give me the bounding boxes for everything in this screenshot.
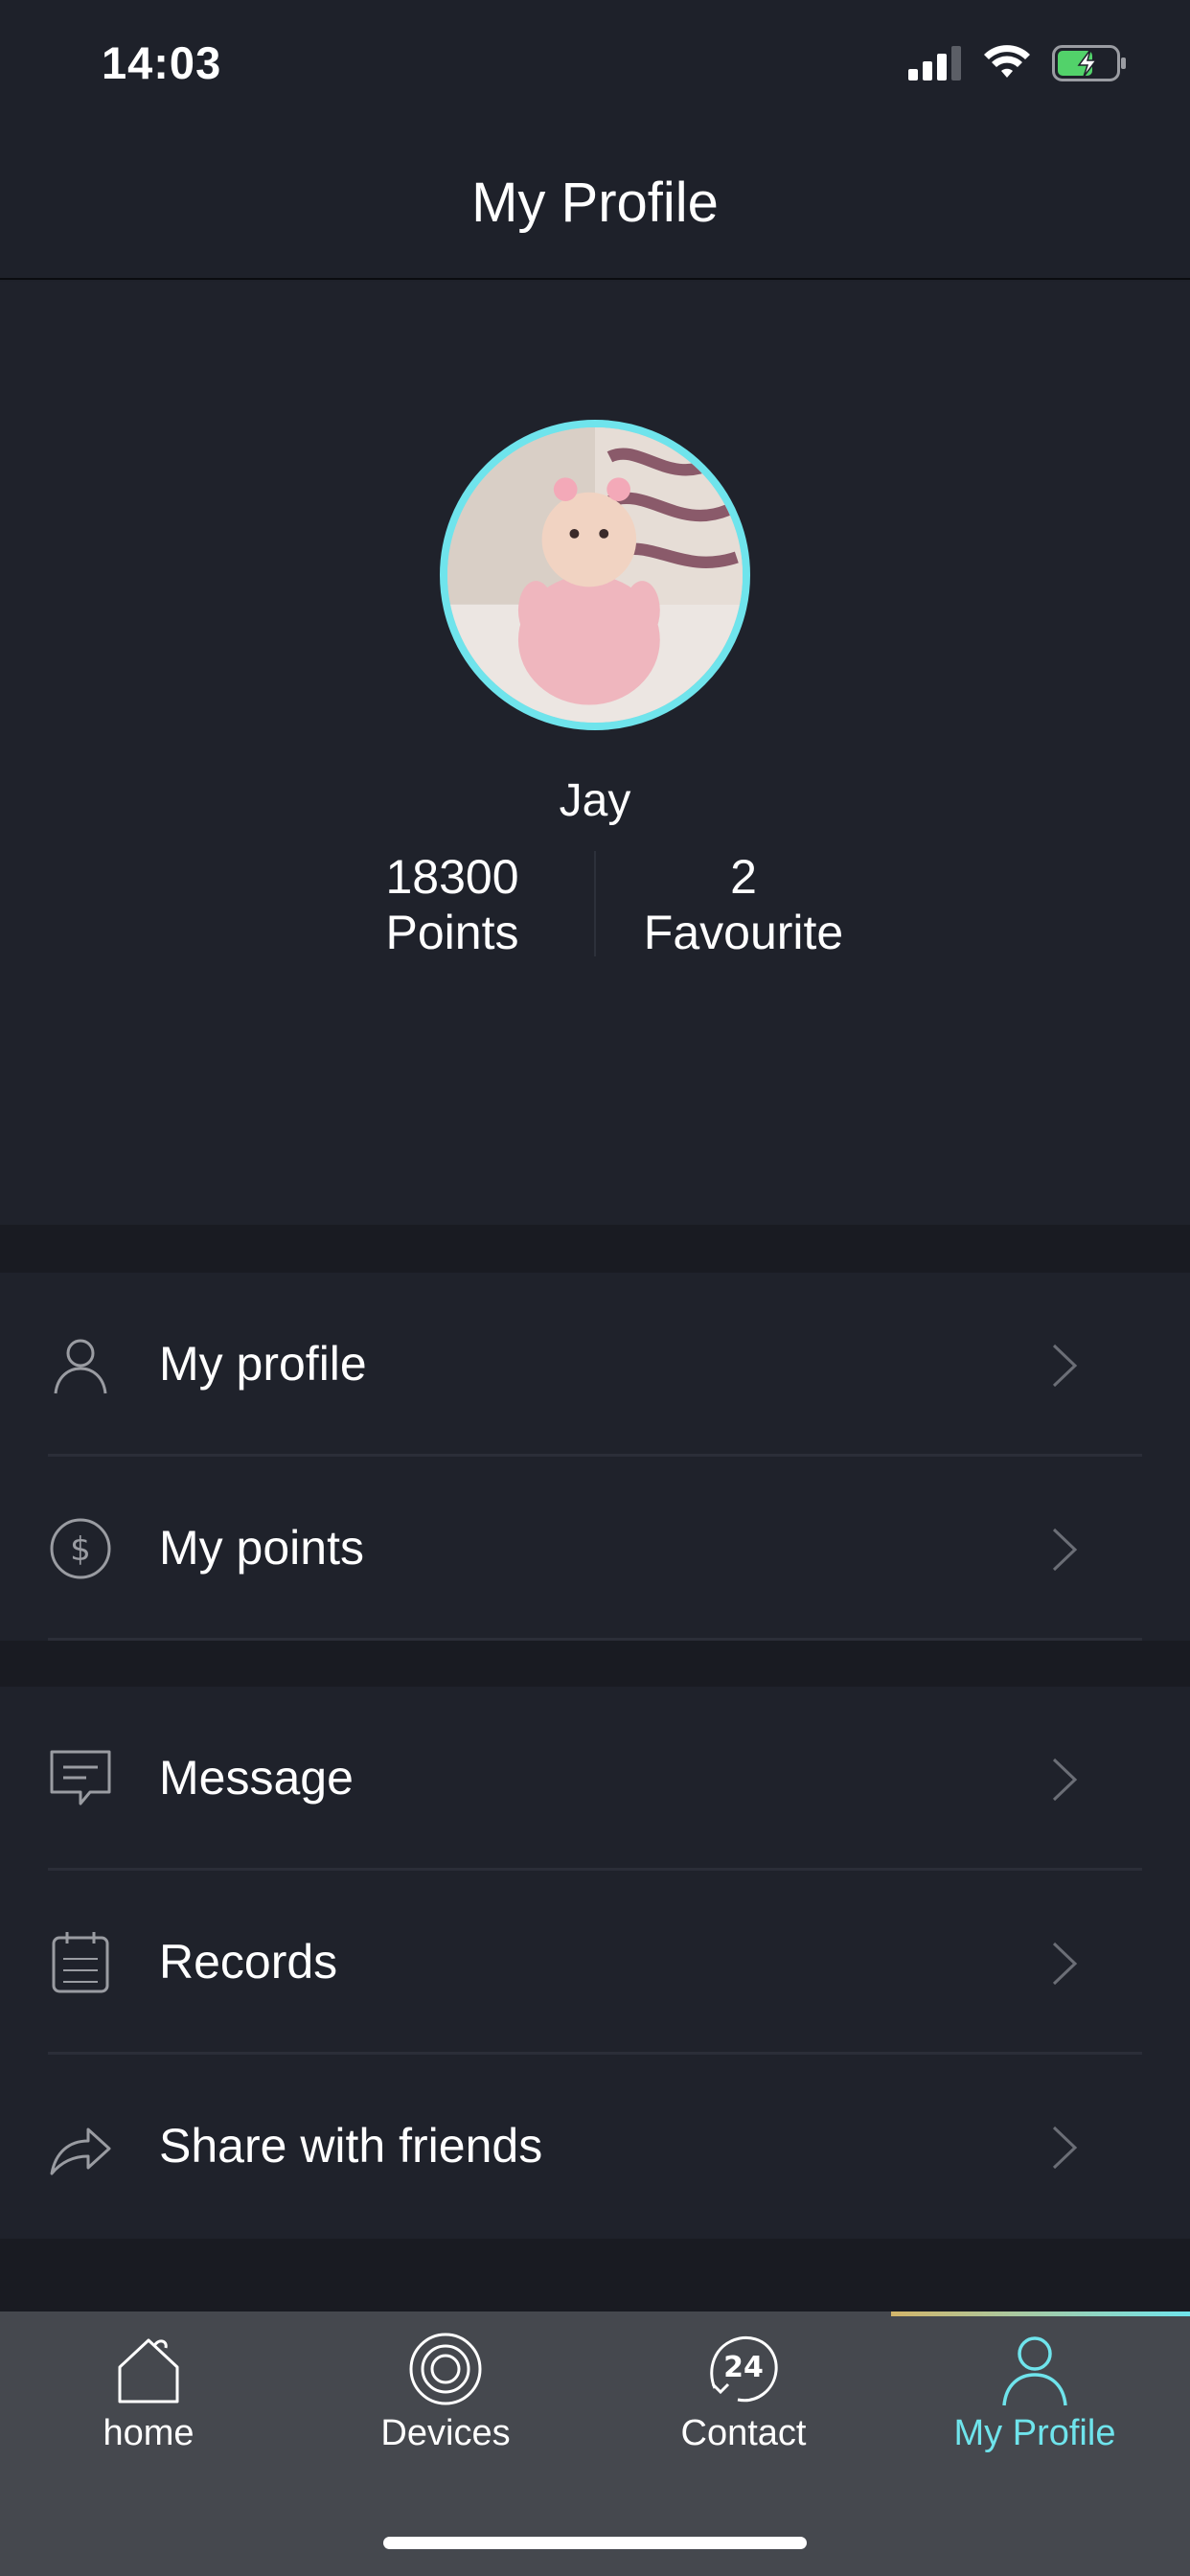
chevron-right-icon — [1052, 1344, 1078, 1388]
tab-home[interactable]: home — [24, 2329, 273, 2463]
section-separator — [0, 1641, 1190, 1687]
menu-group-activity: Message Records Share with friends — [0, 1687, 1190, 2239]
section-separator — [0, 1225, 1190, 1273]
tab-label: Contact — [680, 2413, 807, 2453]
menu-item-label: My profile — [159, 1337, 367, 1391]
chevron-right-icon — [1052, 1758, 1078, 1802]
avatar-photo — [447, 427, 743, 723]
house-icon — [118, 2338, 179, 2404]
person-icon — [54, 1339, 107, 1394]
person-icon — [1002, 2336, 1067, 2406]
status-bar: 14:03 — [0, 0, 1190, 134]
tab-label: My Profile — [953, 2413, 1116, 2453]
nav-bar: My Profile — [0, 134, 1190, 280]
tab-label: Devices — [380, 2413, 511, 2453]
menu-item-label: My points — [159, 1521, 364, 1575]
favourite-value: 2 — [730, 850, 757, 904]
points-value: 18300 — [385, 850, 519, 904]
status-icons — [908, 44, 1127, 82]
section-separator — [0, 2239, 1190, 2312]
status-time: 14:03 — [102, 37, 222, 88]
home-indicator[interactable] — [383, 2537, 807, 2549]
active-tab-indicator — [891, 2312, 1190, 2316]
chevron-right-icon — [1052, 1528, 1078, 1572]
menu-item-label: Records — [159, 1935, 338, 1989]
menu-group-account: My profile $ My points — [0, 1273, 1190, 1641]
support-24-icon: 24 — [710, 2335, 778, 2403]
page-title: My Profile — [471, 172, 719, 234]
tab-contact[interactable]: 24 Contact — [619, 2329, 868, 2463]
signal-icon — [908, 46, 961, 80]
points-stat[interactable]: 18300 Points — [309, 849, 596, 960]
menu-item-records[interactable]: Records — [0, 1871, 1190, 2055]
stat-divider — [594, 851, 596, 956]
username: Jay — [559, 775, 631, 826]
message-icon — [50, 1750, 111, 1806]
devices-icon — [409, 2333, 482, 2405]
menu-item-message[interactable]: Message — [0, 1687, 1190, 1871]
dollar-coin-icon: $ — [50, 1518, 111, 1579]
menu-item-my-points[interactable]: $ My points — [0, 1457, 1190, 1641]
tab-label: home — [103, 2413, 195, 2453]
avatar[interactable] — [440, 420, 750, 730]
points-label: Points — [385, 906, 519, 959]
menu-item-label: Message — [159, 1751, 354, 1805]
tab-my-profile[interactable]: My Profile — [910, 2329, 1159, 2463]
share-icon — [50, 2128, 111, 2175]
wifi-icon — [984, 45, 1030, 78]
battery-icon — [1052, 45, 1126, 81]
chevron-right-icon — [1052, 1942, 1078, 1986]
tab-devices[interactable]: Devices — [321, 2329, 570, 2463]
notepad-icon — [52, 1932, 109, 1993]
menu-item-label: Share with friends — [159, 2119, 543, 2173]
svg-text:$: $ — [70, 1530, 91, 1569]
favourite-stat[interactable]: 2 Favourite — [600, 849, 887, 960]
chevron-right-icon — [1052, 2126, 1078, 2170]
menu-item-share-with-friends[interactable]: Share with friends — [0, 2055, 1190, 2239]
favourite-label: Favourite — [643, 906, 844, 959]
svg-text:24: 24 — [723, 2351, 764, 2384]
menu-item-my-profile[interactable]: My profile — [0, 1273, 1190, 1457]
